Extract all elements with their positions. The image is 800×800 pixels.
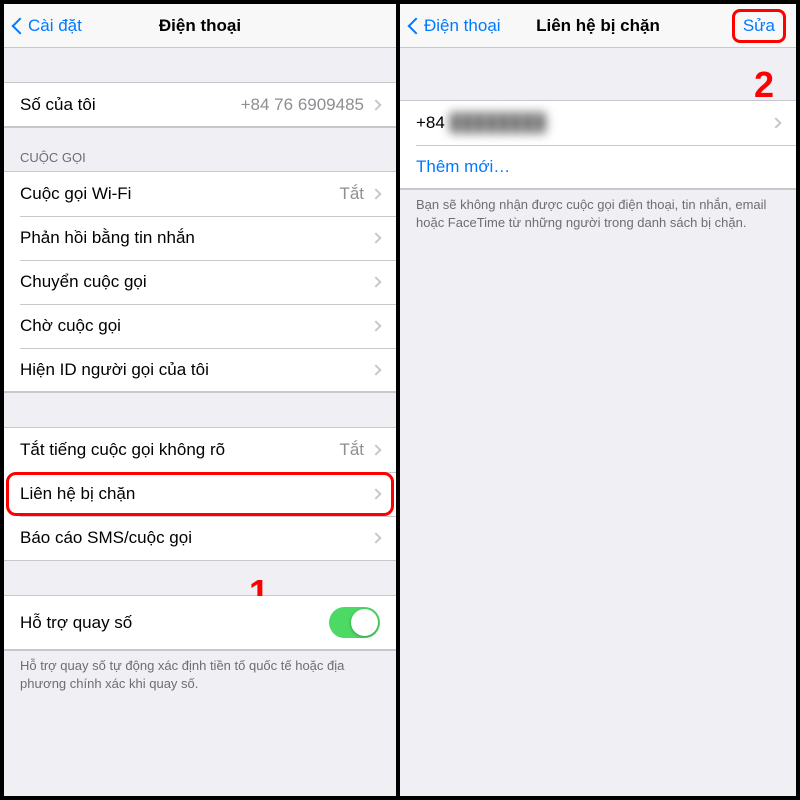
cell-value: +84 76 6909485: [241, 95, 364, 115]
toggle-knob: [351, 609, 378, 636]
cell-call-waiting[interactable]: Chờ cuộc gọi: [4, 304, 396, 348]
add-new-label: Thêm mới…: [416, 157, 510, 177]
dial-assist-group: Hỗ trợ quay số: [4, 595, 396, 651]
page-title: Liên hệ bị chặn: [536, 16, 660, 36]
cell-label: Chuyển cuộc gọi: [20, 272, 147, 292]
chevron-right-icon: [370, 188, 381, 199]
chevron-right-icon: [370, 444, 381, 455]
cell-label: Liên hệ bị chặn: [20, 484, 135, 504]
my-number-group: Số của tôi +84 76 6909485: [4, 82, 396, 128]
cell-blocked-contact[interactable]: +84 ████████: [400, 101, 796, 145]
back-label: Điện thoại: [424, 16, 501, 36]
cell-silence-unknown[interactable]: Tắt tiếng cuộc gọi không rõ Tắt: [4, 428, 396, 472]
chevron-right-icon: [370, 364, 381, 375]
cell-add-new[interactable]: Thêm mới…: [400, 145, 796, 189]
contact-number-redacted: ████████: [450, 113, 546, 132]
page-title: Điện thoại: [159, 16, 241, 36]
chevron-right-icon: [370, 532, 381, 543]
chevron-right-icon: [370, 276, 381, 287]
cell-label: Hiện ID người gọi của tôi: [20, 360, 209, 380]
navbar: Cài đặt Điện thoại: [4, 4, 396, 48]
chevron-right-icon: [770, 117, 781, 128]
chevron-left-icon: [408, 18, 425, 35]
chevron-right-icon: [370, 488, 381, 499]
blocked-footer: Bạn sẽ không nhận được cuộc gọi điện tho…: [400, 190, 796, 241]
edit-highlight-box: Sửa: [732, 9, 786, 43]
chevron-right-icon: [370, 320, 381, 331]
back-label: Cài đặt: [28, 16, 82, 36]
blocked-list: +84 ████████ Thêm mới…: [400, 100, 796, 190]
screenshot-pair: Cài đặt Điện thoại Số của tôi +84 76 690…: [0, 0, 800, 800]
cell-respond-with-text[interactable]: Phản hồi bằng tin nhắn: [4, 216, 396, 260]
edit-label: Sửa: [743, 16, 775, 35]
chevron-right-icon: [370, 99, 381, 110]
back-button[interactable]: Cài đặt: [10, 4, 82, 48]
dial-assist-footer: Hỗ trợ quay số tự động xác định tiền tố …: [4, 651, 396, 702]
cell-show-my-caller-id[interactable]: Hiện ID người gọi của tôi: [4, 348, 396, 392]
cell-value: Tắt: [339, 440, 364, 460]
cell-blocked-contacts[interactable]: Liên hệ bị chặn: [4, 472, 396, 516]
misc-group: Tắt tiếng cuộc gọi không rõ Tắt Liên hệ …: [4, 427, 396, 561]
navbar: Điện thoại Liên hệ bị chặn Sửa: [400, 4, 796, 48]
chevron-right-icon: [370, 232, 381, 243]
cell-wifi-calling[interactable]: Cuộc gọi Wi-Fi Tắt: [4, 172, 396, 216]
toggle-dial-assist[interactable]: [329, 607, 380, 638]
cell-value: Tắt: [339, 184, 364, 204]
cell-label: Cuộc gọi Wi-Fi: [20, 184, 131, 204]
settings-phone-screen: Cài đặt Điện thoại Số của tôi +84 76 690…: [4, 4, 400, 796]
section-header-calls: CUỘC GỌI: [4, 128, 396, 171]
calls-group: Cuộc gọi Wi-Fi Tắt Phản hồi bằng tin nhắ…: [4, 171, 396, 393]
cell-sms-call-reporting[interactable]: Báo cáo SMS/cuộc gọi: [4, 516, 396, 560]
contact-prefix: +84: [416, 113, 445, 132]
cell-my-number[interactable]: Số của tôi +84 76 6909485: [4, 83, 396, 127]
cell-dial-assist[interactable]: Hỗ trợ quay số: [4, 596, 396, 650]
cell-label: Hỗ trợ quay số: [20, 613, 132, 633]
back-button[interactable]: Điện thoại: [406, 4, 501, 48]
cell-label: Báo cáo SMS/cuộc gọi: [20, 528, 192, 548]
cell-call-forwarding[interactable]: Chuyển cuộc gọi: [4, 260, 396, 304]
cell-label: Chờ cuộc gọi: [20, 316, 121, 336]
cell-label: Tắt tiếng cuộc gọi không rõ: [20, 440, 225, 460]
chevron-left-icon: [12, 18, 29, 35]
cell-label: Số của tôi: [20, 95, 96, 115]
blocked-contacts-screen: Điện thoại Liên hệ bị chặn Sửa 2 +84 ███…: [400, 4, 796, 796]
edit-button[interactable]: Sửa: [732, 4, 786, 48]
cell-label: Phản hồi bằng tin nhắn: [20, 228, 195, 248]
